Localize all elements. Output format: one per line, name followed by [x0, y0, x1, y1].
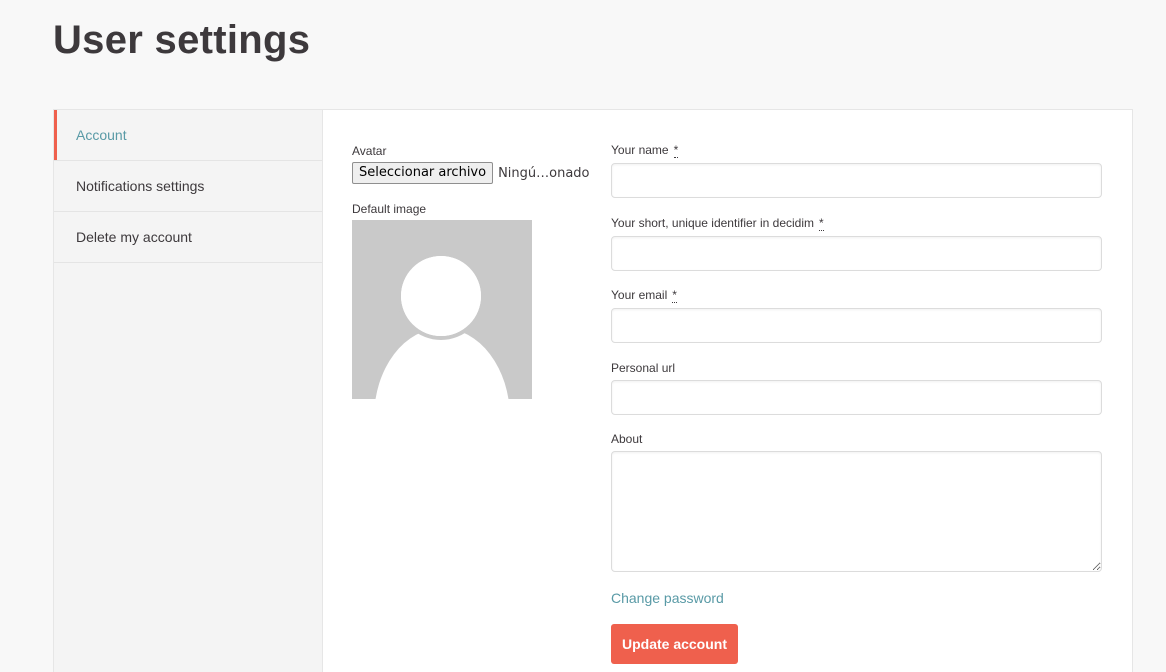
- sidebar-item-delete-account[interactable]: Delete my account: [54, 212, 322, 263]
- choose-file-button[interactable]: Seleccionar archivo: [352, 162, 494, 184]
- nickname-label-text: Your short, unique identifier in decidim: [611, 216, 815, 230]
- about-textarea[interactable]: [611, 451, 1102, 572]
- avatar-file-picker: Seleccionar archivo Ningú…onado: [352, 162, 590, 184]
- settings-panel: Account Notifications settings Delete my…: [53, 109, 1133, 672]
- sidebar-item-account[interactable]: Account: [54, 110, 322, 161]
- required-mark: *: [672, 288, 677, 303]
- email-input[interactable]: [611, 308, 1102, 343]
- update-account-button[interactable]: Update account: [611, 624, 738, 664]
- file-status-text: Ningú…onado: [498, 165, 590, 181]
- nickname-input[interactable]: [611, 236, 1102, 271]
- email-label-text: Your email: [611, 288, 668, 302]
- sidebar-item-label: Delete my account: [76, 229, 192, 245]
- required-mark: *: [819, 216, 824, 231]
- name-label-text: Your name: [611, 143, 669, 157]
- nickname-label: Your short, unique identifier in decidim…: [611, 216, 824, 231]
- sidebar-item-notifications[interactable]: Notifications settings: [54, 161, 322, 212]
- settings-sidebar: Account Notifications settings Delete my…: [54, 110, 323, 672]
- about-label: About: [611, 432, 643, 446]
- change-password-link[interactable]: Change password: [611, 590, 724, 606]
- url-label: Personal url: [611, 361, 676, 375]
- user-silhouette-icon: [352, 220, 532, 399]
- sidebar-item-label: Account: [76, 127, 127, 143]
- sidebar-item-label: Notifications settings: [76, 178, 205, 194]
- avatar-label: Avatar: [352, 144, 387, 158]
- name-label: Your name *: [611, 143, 679, 158]
- page-title: User settings: [53, 18, 311, 62]
- personal-url-input[interactable]: [611, 380, 1102, 415]
- name-input[interactable]: [611, 163, 1102, 198]
- required-mark: *: [673, 143, 679, 158]
- account-form: Avatar Seleccionar archivo Ningú…onado D…: [324, 110, 1132, 672]
- default-avatar-image: [352, 220, 532, 399]
- email-label: Your email *: [611, 288, 677, 303]
- default-image-label: Default image: [352, 202, 427, 216]
